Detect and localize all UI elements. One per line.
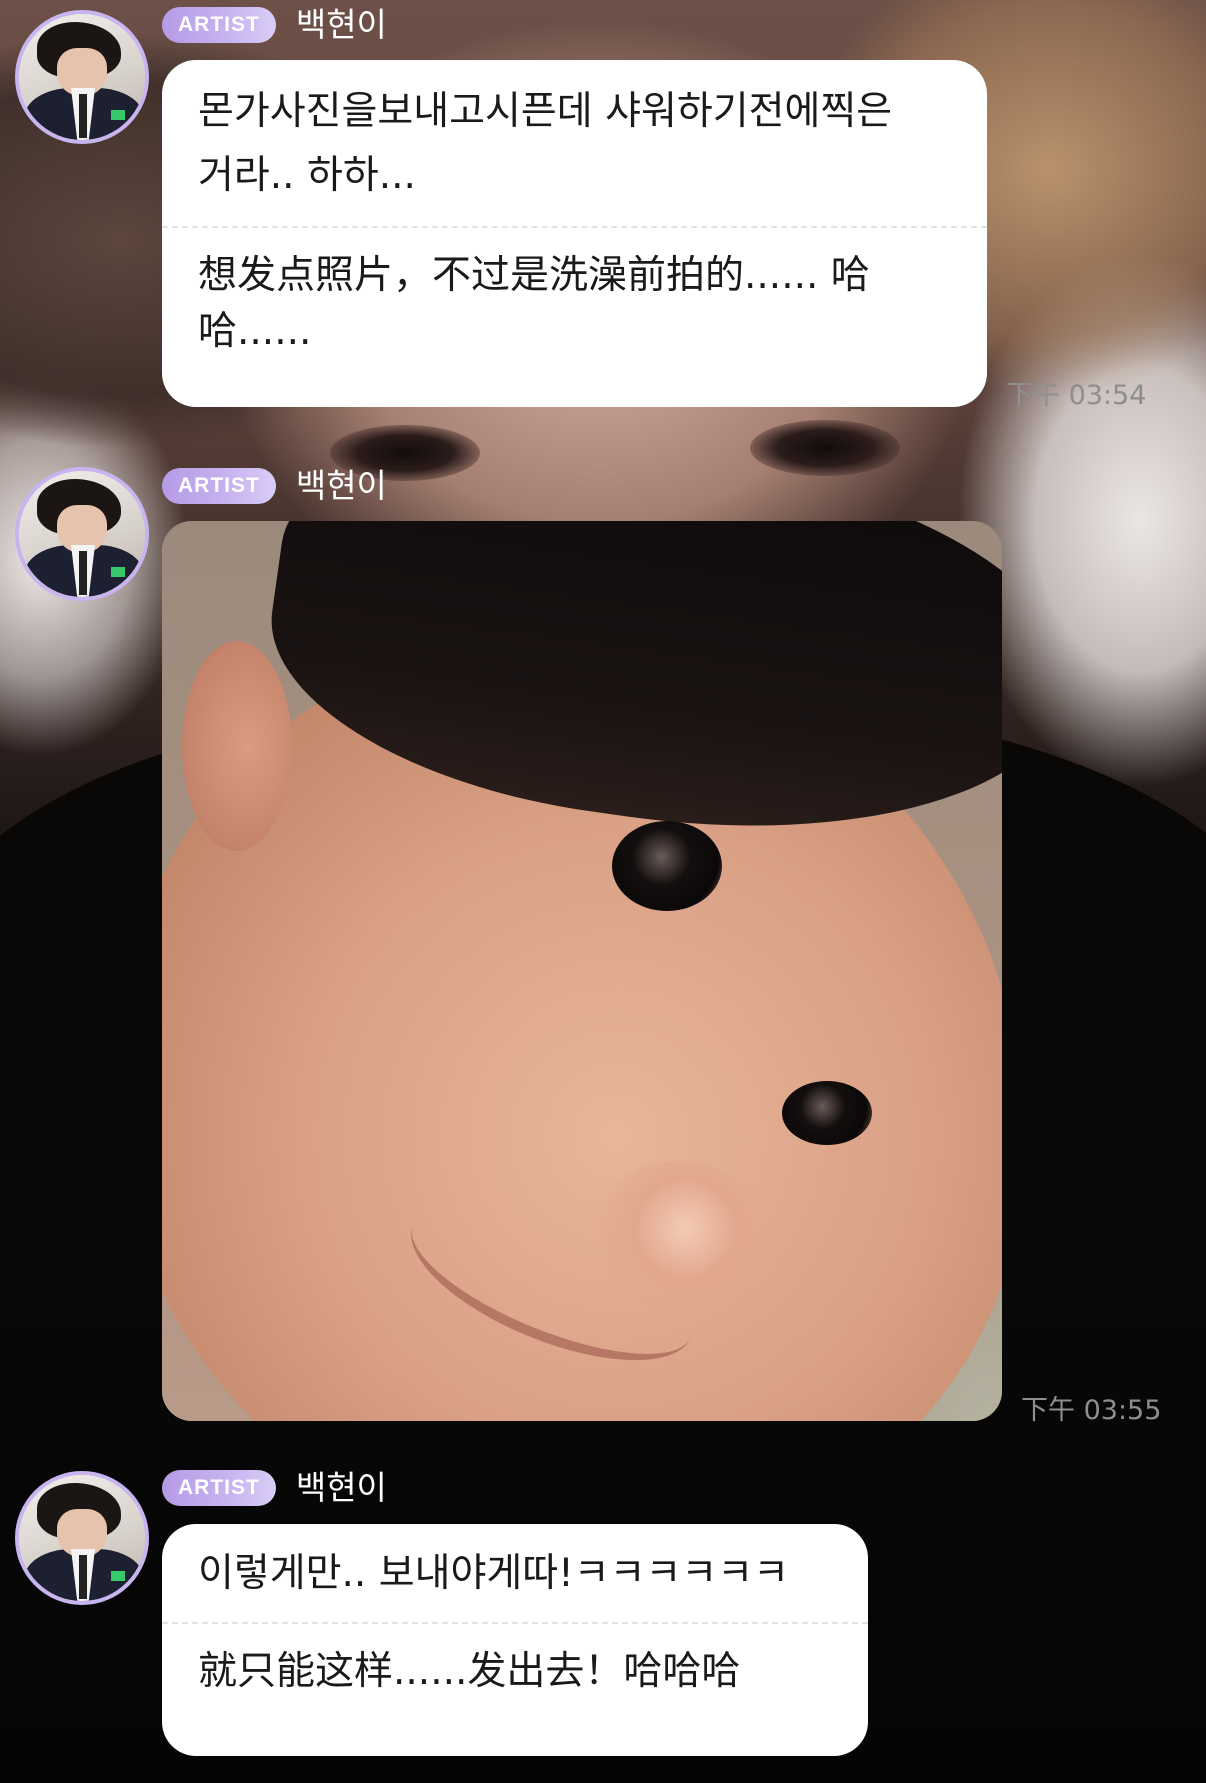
sender-name[interactable]: 백현이 (296, 467, 387, 505)
message-text-translation: 想发点照片，不过是洗澡前拍的...... 哈 哈...... (198, 253, 870, 354)
sender-name[interactable]: 백현이 (296, 6, 387, 44)
avatar[interactable] (15, 467, 149, 601)
artist-badge: ARTIST (162, 1470, 276, 1506)
avatar[interactable] (15, 10, 149, 144)
photo-ear (182, 641, 292, 851)
background-eye-right (750, 420, 900, 476)
photo-eye (612, 821, 722, 911)
artist-badge: ARTIST (162, 7, 276, 43)
message-timestamp: 下午 03:55 (1021, 1395, 1162, 1426)
message-header: ARTIST 백현이 (162, 6, 387, 44)
message-header: ARTIST 백현이 (162, 467, 387, 505)
message-header: ARTIST 백현이 (162, 1469, 387, 1507)
message-bubble[interactable]: 몬가사진을보내고시픈데 샤워하기전에찍은 거라.. 하하... 想发点照片，不过… (162, 60, 987, 407)
message-text-original: 몬가사진을보내고시픈데 샤워하기전에찍은 거라.. 하하... (198, 89, 893, 198)
sender-name[interactable]: 백현이 (296, 1469, 387, 1507)
message-text-original: 이렇게만.. 보내야게따!ㅋㅋㅋㅋㅋㅋ (198, 1551, 790, 1596)
artist-badge: ARTIST (162, 468, 276, 504)
message-timestamp: 下午 03:54 (1006, 380, 1147, 411)
avatar[interactable] (15, 1471, 149, 1605)
photo-message[interactable] (162, 521, 1002, 1421)
photo-eye (782, 1081, 872, 1145)
message-text-translation: 就只能这样......发出去！哈哈哈 (198, 1649, 741, 1694)
message-bubble[interactable]: 이렇게만.. 보내야게따!ㅋㅋㅋㅋㅋㅋ 就只能这样......发出去！哈哈哈 (162, 1524, 868, 1756)
